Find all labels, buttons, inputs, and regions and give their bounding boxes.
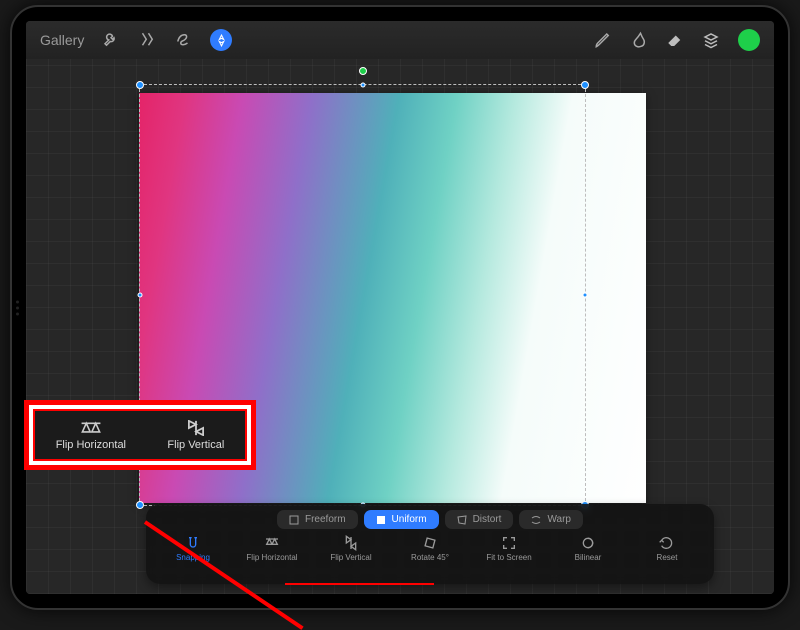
- ipad-frame: Gallery: [10, 5, 790, 610]
- color-picker[interactable]: [738, 29, 760, 51]
- mode-distort-label: Distort: [473, 514, 502, 525]
- adjust-icon[interactable]: [138, 31, 156, 49]
- handle-top-left[interactable]: [136, 81, 144, 89]
- handle-top-right[interactable]: [581, 81, 589, 89]
- action-row: Snapping Flip Horizontal Flip Vertical R…: [156, 535, 704, 562]
- action-fit-to-screen[interactable]: Fit to Screen: [476, 535, 542, 562]
- handle-bottom-left[interactable]: [136, 501, 144, 509]
- layers-icon[interactable]: [702, 31, 720, 49]
- action-rotate-label: Rotate 45°: [411, 553, 449, 562]
- action-flip-vertical[interactable]: Flip Vertical: [318, 535, 384, 562]
- annotation-underline: [285, 583, 434, 585]
- action-bilinear-label: Bilinear: [575, 553, 602, 562]
- handle-mid-right[interactable]: [583, 293, 588, 298]
- mode-uniform-label: Uniform: [392, 514, 427, 525]
- mode-distort[interactable]: Distort: [445, 510, 514, 529]
- callout-flip-h-label: Flip Horizontal: [56, 439, 126, 451]
- mode-uniform[interactable]: Uniform: [364, 510, 439, 529]
- callout-flip-horizontal: Flip Horizontal: [56, 420, 126, 451]
- action-reset-label: Reset: [657, 553, 678, 562]
- mode-row: Freeform Uniform Distort Warp: [156, 510, 704, 529]
- action-flip-v-label: Flip Vertical: [330, 553, 371, 562]
- action-fit-label: Fit to Screen: [486, 553, 531, 562]
- transform-toolbar: Freeform Uniform Distort Warp: [146, 504, 714, 584]
- action-flip-horizontal[interactable]: Flip Horizontal: [239, 535, 305, 562]
- smudge-icon[interactable]: [630, 31, 648, 49]
- action-reset[interactable]: Reset: [634, 535, 700, 562]
- camera-indicator: [16, 300, 19, 315]
- action-rotate-45[interactable]: Rotate 45°: [397, 535, 463, 562]
- wrench-icon[interactable]: [102, 31, 120, 49]
- mode-warp-label: Warp: [547, 514, 571, 525]
- mode-freeform-label: Freeform: [305, 514, 346, 525]
- eraser-icon[interactable]: [666, 31, 684, 49]
- brush-icon[interactable]: [594, 31, 612, 49]
- transform-icon[interactable]: [210, 29, 232, 51]
- gallery-button[interactable]: Gallery: [40, 32, 84, 48]
- handle-mid-left[interactable]: [138, 293, 143, 298]
- callout-flip-vertical: Flip Vertical: [167, 420, 224, 451]
- annotation-callout: Flip Horizontal Flip Vertical: [24, 400, 256, 470]
- mode-freeform[interactable]: Freeform: [277, 510, 358, 529]
- callout-flip-v-label: Flip Vertical: [167, 439, 224, 451]
- rotation-handle[interactable]: [359, 67, 367, 75]
- action-flip-h-label: Flip Horizontal: [246, 553, 297, 562]
- mode-warp[interactable]: Warp: [519, 510, 583, 529]
- selection-icon[interactable]: [174, 31, 192, 49]
- top-toolbar: Gallery: [26, 21, 774, 59]
- app-screen: Gallery: [26, 21, 774, 594]
- handle-top-mid[interactable]: [360, 83, 365, 88]
- action-bilinear[interactable]: Bilinear: [555, 535, 621, 562]
